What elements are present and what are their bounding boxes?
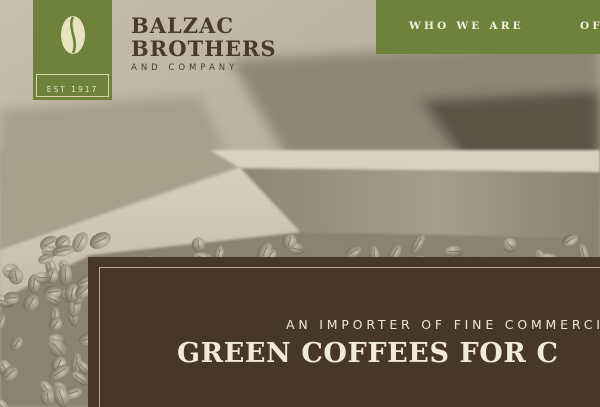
brand-subtitle: AND COMPANY <box>131 63 239 73</box>
logo[interactable]: EST 1917 <box>33 0 112 100</box>
hero-headline: GREEN COFFEES FOR C <box>177 338 559 369</box>
hero-kicker: AN IMPORTER OF FINE COMMERCIA <box>286 317 600 332</box>
hero-panel-frame <box>99 267 600 407</box>
nav-item-of[interactable]: OF <box>580 20 600 32</box>
page: EST 1917 BALZAC BROTHERS AND COMPANY WHO… <box>0 0 600 407</box>
brand-name-line2: BROTHERS <box>131 36 277 61</box>
hero-panel: AN IMPORTER OF FINE COMMERCIA GREEN COFF… <box>88 257 600 407</box>
coffee-bean-icon <box>61 16 85 54</box>
logo-est-label: EST 1917 <box>46 85 99 94</box>
main-nav: WHO WE ARE OF <box>376 0 600 54</box>
nav-item-who-we-are[interactable]: WHO WE ARE <box>409 20 524 32</box>
brand-wordmark[interactable]: BALZAC BROTHERS AND COMPANY <box>131 14 277 73</box>
brand-name-line1: BALZAC <box>131 13 235 38</box>
